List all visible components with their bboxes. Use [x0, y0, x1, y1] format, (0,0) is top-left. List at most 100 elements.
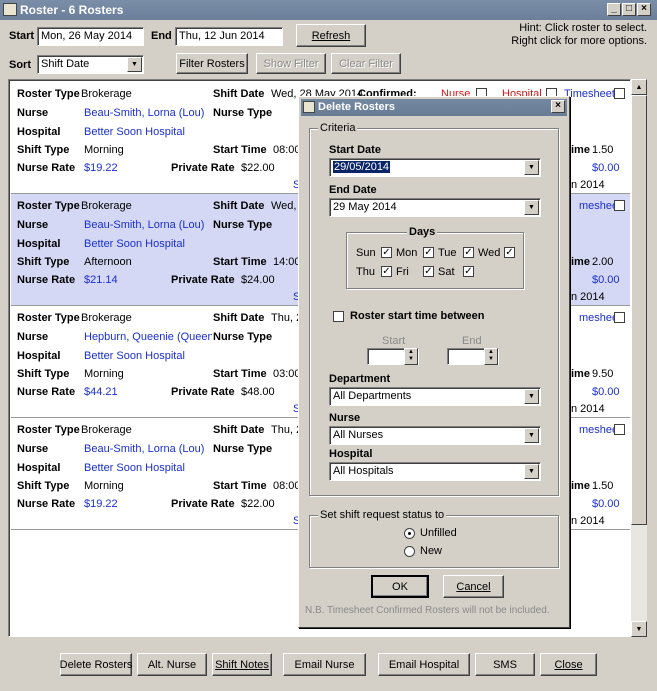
unfilled-radio[interactable]: [404, 528, 415, 539]
nurse-rate-value: $19.22: [84, 162, 118, 174]
shift-date-label: Shift Date: [213, 424, 265, 436]
new-radio[interactable]: [404, 546, 415, 557]
refresh-button[interactable]: Refresh: [296, 24, 366, 47]
time-label: ime: [571, 144, 590, 156]
nurse-rate-value: $21.14: [84, 274, 118, 286]
filter-rosters-button[interactable]: Filter Rosters: [176, 53, 248, 74]
sort-select[interactable]: Shift Date ▼: [37, 55, 144, 74]
day-fri-checkbox[interactable]: ✓: [423, 266, 434, 277]
scroll-up-icon[interactable]: ▲: [631, 79, 647, 95]
roster-type-label: Roster Type: [17, 88, 80, 100]
hospital-value: Better Soon Hospital: [84, 350, 185, 362]
minimize-icon[interactable]: _: [607, 3, 621, 16]
end-date-label: End Date: [329, 184, 377, 196]
chevron-down-icon[interactable]: ▼: [524, 389, 539, 404]
new-label: New: [420, 545, 443, 557]
dialog-close-icon[interactable]: ×: [551, 100, 565, 113]
day-wed-checkbox[interactable]: ✓: [504, 247, 515, 258]
day-mon-label: Mon: [396, 247, 418, 259]
timesheet-confirm-checkbox[interactable]: [614, 88, 625, 99]
timesheet-confirm-label: Timesheet: [564, 88, 615, 100]
nurse-rate-label: Nurse Rate: [17, 162, 76, 174]
chevron-down-icon[interactable]: ▼: [524, 160, 539, 175]
nurse-select[interactable]: All Nurses ▼: [329, 426, 541, 445]
title-bar: Roster - 6 Rosters _ □ ×: [0, 0, 657, 20]
time-value: 2.00: [592, 256, 614, 268]
day-tue-checkbox[interactable]: ✓: [463, 247, 474, 258]
end-date-select[interactable]: 29 May 2014 ▼: [329, 198, 541, 217]
amount-value: $0.00: [592, 274, 620, 286]
delete-rosters-button[interactable]: Delete Rosters: [60, 653, 132, 676]
nurse-value: Hepburn, Queenie (Queen ar: [84, 331, 212, 343]
end-time-spinner-icon[interactable]: ▲ ▼: [484, 348, 498, 365]
shift-type-label: Shift Type: [17, 480, 70, 492]
start-date-select[interactable]: 29/05/2014 ▼: [329, 158, 541, 177]
roster-type-value: Brokerage: [81, 88, 132, 100]
scroll-down-icon[interactable]: ▼: [631, 621, 647, 637]
chevron-down-icon[interactable]: ▼: [524, 200, 539, 215]
nurse-filter-value: All Nurses: [333, 429, 384, 441]
maximize-icon[interactable]: □: [622, 3, 636, 16]
shift-type-value: Morning: [84, 144, 124, 156]
chevron-down-icon[interactable]: ▼: [127, 57, 142, 72]
time-value: 9.50: [592, 368, 614, 380]
sms-button[interactable]: SMS: [475, 653, 535, 676]
nurse-label: Nurse: [17, 331, 49, 343]
timesheet-confirm-checkbox[interactable]: [614, 312, 625, 323]
email-nurse-button[interactable]: Email Nurse: [283, 653, 366, 676]
start-date-value: 29/05/2014: [333, 161, 391, 173]
time-label: ime: [571, 368, 590, 380]
criteria-label: Criteria: [318, 122, 358, 134]
end-label: End: [151, 30, 172, 42]
roster-type-label: Roster Type: [17, 424, 80, 436]
ok-button[interactable]: OK: [371, 575, 429, 598]
start-time-value: 14:00: [273, 256, 301, 268]
clear-filter-button[interactable]: Clear Filter: [331, 53, 401, 74]
shift-date-label: Shift Date: [213, 200, 265, 212]
shift-type-value: Morning: [84, 368, 124, 380]
timesheet-confirm-checkbox[interactable]: [614, 424, 625, 435]
nurse-value: Beau-Smith, Lorna (Lou): [84, 107, 205, 119]
department-value: All Departments: [333, 390, 412, 402]
app-icon: [3, 3, 17, 16]
close-icon[interactable]: ×: [637, 3, 651, 16]
private-rate-value: $24.00: [241, 274, 275, 286]
private-rate-label: Private Rate: [171, 274, 235, 286]
time-value: 1.50: [592, 480, 614, 492]
department-select[interactable]: All Departments ▼: [329, 387, 541, 406]
shift-type-value: Morning: [84, 480, 124, 492]
start-time-spinner-icon[interactable]: ▲ ▼: [404, 348, 418, 365]
end-date-field[interactable]: Thu, 12 Jun 2014: [175, 27, 283, 46]
day-mon-checkbox[interactable]: ✓: [423, 247, 434, 258]
show-filter-button[interactable]: Show Filter: [256, 53, 326, 74]
amount-value: $0.00: [592, 498, 620, 510]
vertical-scrollbar[interactable]: ▲ ▼: [631, 79, 647, 637]
dialog-title-bar: Delete Rosters ×: [301, 99, 567, 116]
scroll-thumb[interactable]: [631, 95, 647, 525]
unfilled-label: Unfilled: [420, 527, 457, 539]
chevron-down-icon[interactable]: ▼: [524, 464, 539, 479]
day-thu-checkbox[interactable]: ✓: [381, 266, 392, 277]
nurse-rate-label: Nurse Rate: [17, 274, 76, 286]
day-sun-checkbox[interactable]: ✓: [381, 247, 392, 258]
sort-value: Shift Date: [41, 58, 90, 70]
close-button[interactable]: Close: [540, 653, 597, 676]
roster-between-checkbox[interactable]: [333, 311, 344, 322]
day-sat-checkbox[interactable]: ✓: [463, 266, 474, 277]
email-hospital-button[interactable]: Email Hospital: [378, 653, 470, 676]
sort-label: Sort: [9, 59, 31, 71]
shift-notes-button[interactable]: Shift Notes: [212, 653, 272, 676]
hospital-label: Hospital: [17, 238, 61, 250]
timesheet-confirm-checkbox[interactable]: [614, 200, 625, 211]
day-sun-label: Sun: [356, 247, 376, 259]
nurse-filter-label: Nurse: [329, 412, 361, 424]
roster-type-label: Roster Type: [17, 312, 80, 324]
alt-nurse-button[interactable]: Alt. Nurse: [137, 653, 207, 676]
nurse-label: Nurse: [17, 443, 49, 455]
nurse-value: Beau-Smith, Lorna (Lou): [84, 219, 205, 231]
hospital-select[interactable]: All Hospitals ▼: [329, 462, 541, 481]
chevron-down-icon[interactable]: ▼: [524, 428, 539, 443]
start-date-field[interactable]: Mon, 26 May 2014: [37, 27, 144, 46]
cancel-button[interactable]: Cancel: [443, 575, 504, 598]
department-label: Department: [329, 373, 391, 385]
